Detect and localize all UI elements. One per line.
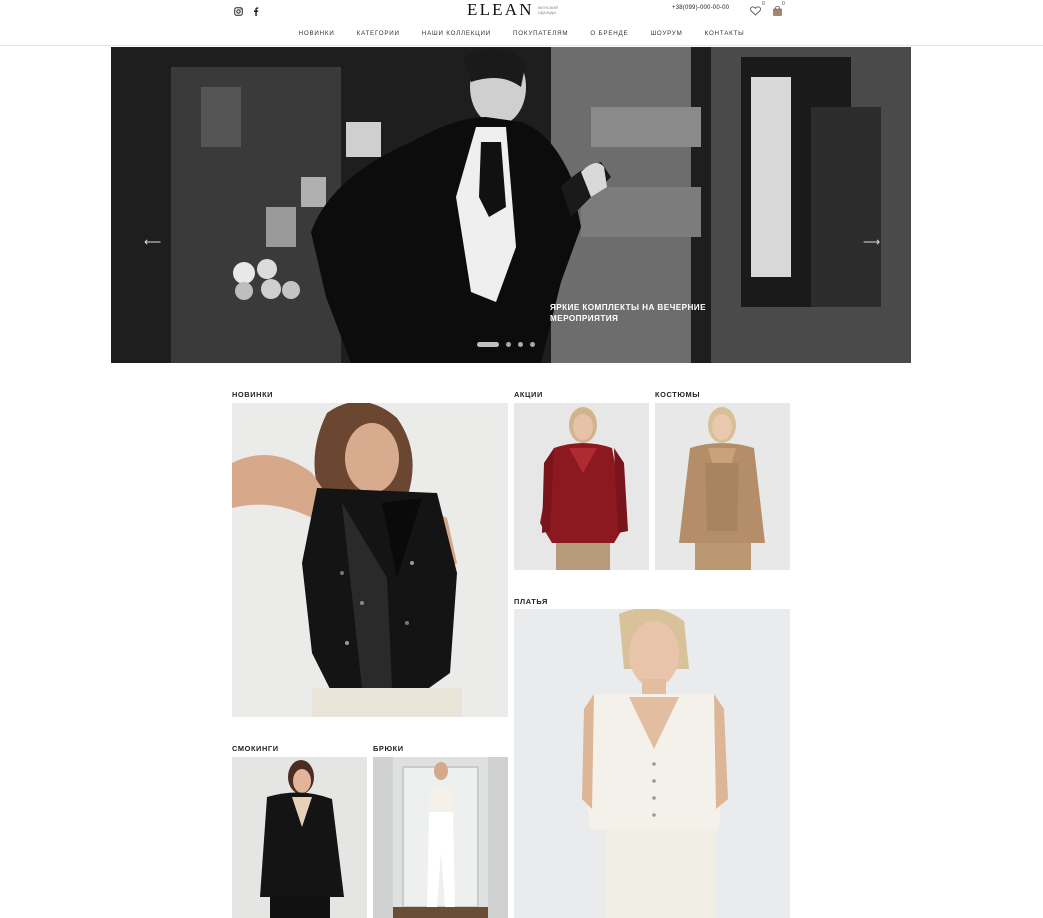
- category-label-tuxedos[interactable]: СМОКИНГИ: [232, 744, 279, 753]
- nav-item-about[interactable]: О БРЕНДЕ: [579, 30, 639, 37]
- social-links: [234, 3, 259, 21]
- category-label-new[interactable]: НОВИНКИ: [232, 390, 273, 399]
- category-tile-trousers[interactable]: [373, 757, 508, 918]
- category-label-suits[interactable]: КОСТЮМЫ: [655, 390, 700, 399]
- hero-caption[interactable]: ЯРКИЕ КОМПЛЕКТЫ НА ВЕЧЕРНИЕ МЕРОПРИЯТИЯ: [550, 302, 720, 324]
- nav-item-showroom[interactable]: ШОУРУМ: [639, 30, 693, 37]
- slider-dot-2[interactable]: [506, 342, 511, 347]
- facebook-icon[interactable]: [253, 3, 259, 21]
- nav-item-customers[interactable]: ПОКУПАТЕЛЯМ: [502, 30, 579, 37]
- category-tile-suits[interactable]: [655, 403, 790, 570]
- nav-item-new[interactable]: НОВИНКИ: [288, 30, 346, 37]
- category-tile-new[interactable]: [232, 403, 508, 717]
- category-image-suits: [655, 403, 790, 570]
- main-nav: НОВИНКИ КАТЕГОРИИ НАШИ КОЛЛЕКЦИИ ПОКУПАТ…: [0, 30, 1043, 37]
- nav-item-collections[interactable]: НАШИ КОЛЛЕКЦИИ: [411, 30, 502, 37]
- nav-item-contacts[interactable]: КОНТАКТЫ: [694, 30, 756, 37]
- category-label-dresses[interactable]: ПЛАТЬЯ: [514, 597, 548, 606]
- category-tile-tuxedos[interactable]: [232, 757, 367, 918]
- category-tile-sale[interactable]: [514, 403, 649, 570]
- phone-number[interactable]: +38(099)-000-00-00: [672, 5, 729, 11]
- logo-wordmark: ELEAN: [467, 0, 534, 19]
- hero-slider[interactable]: ⟵ ⟶ ЯРКИЕ КОМПЛЕКТЫ НА ВЕЧЕРНИЕ МЕРОПРИЯ…: [111, 47, 911, 363]
- brand-logo[interactable]: ELEAN женский одежды: [467, 0, 564, 20]
- category-label-sale[interactable]: АКЦИИ: [514, 390, 543, 399]
- wishlist-count: 0: [762, 1, 765, 7]
- category-image-new: [232, 403, 508, 717]
- bag-icon[interactable]: [773, 3, 782, 21]
- instagram-icon[interactable]: [234, 3, 243, 21]
- slider-dots: [477, 342, 535, 347]
- category-label-trousers[interactable]: БРЮКИ: [373, 744, 404, 753]
- logo-tagline: женский одежды: [537, 5, 558, 15]
- slider-dot-4[interactable]: [530, 342, 535, 347]
- heart-icon[interactable]: [750, 3, 761, 21]
- arrow-right-icon[interactable]: ⟶: [863, 235, 880, 249]
- category-tile-dresses[interactable]: [514, 609, 790, 918]
- category-image-trousers: [373, 757, 508, 918]
- slider-dot-3[interactable]: [518, 342, 523, 347]
- category-image-dresses: [514, 609, 790, 918]
- nav-item-categories[interactable]: КАТЕГОРИИ: [346, 30, 411, 37]
- hero-image: [111, 47, 911, 363]
- cart-count: 0: [782, 1, 785, 7]
- site-header: ELEAN женский одежды +38(099)-000-00-00 …: [0, 0, 1043, 46]
- category-image-sale: [514, 403, 649, 570]
- arrow-left-icon[interactable]: ⟵: [144, 235, 161, 249]
- category-image-tuxedos: [232, 757, 367, 918]
- slider-dot-1[interactable]: [477, 342, 499, 347]
